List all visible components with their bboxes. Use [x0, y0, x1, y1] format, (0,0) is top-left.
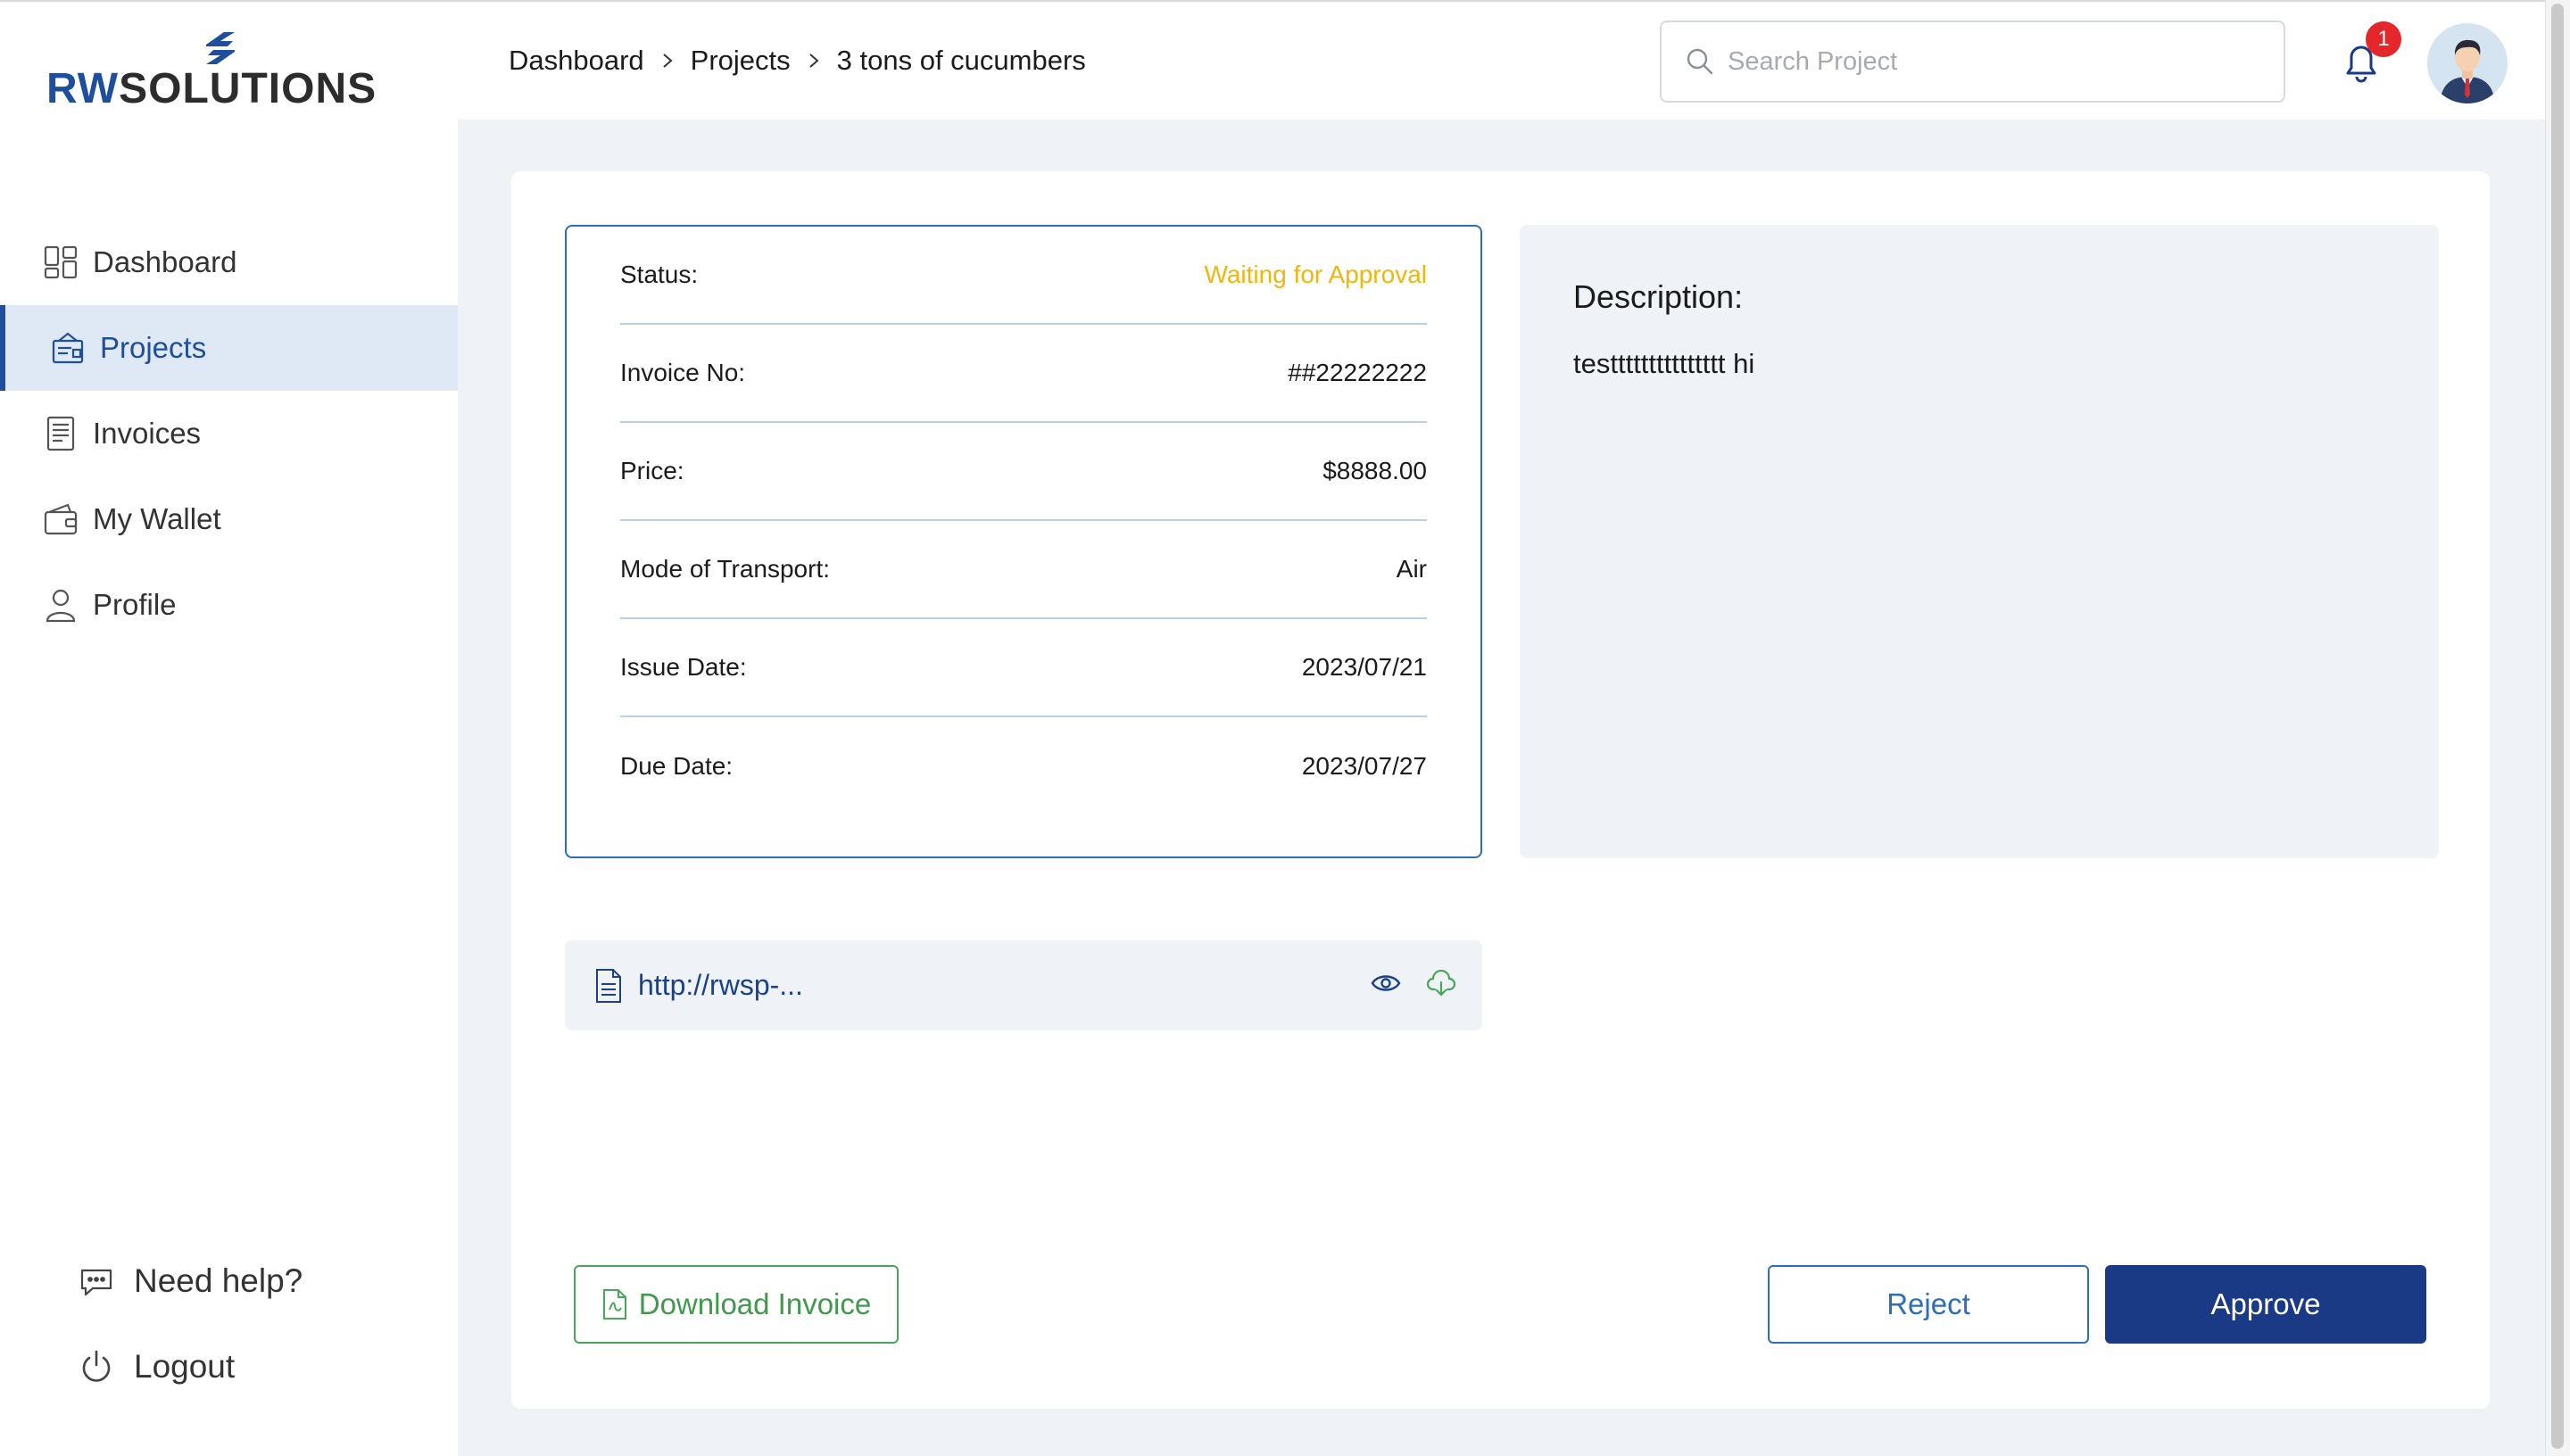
logo-mark-icon — [206, 32, 235, 64]
logo-text: RWSOLUTIONS — [46, 65, 377, 112]
download-invoice-button[interactable]: Download Invoice — [574, 1265, 899, 1344]
sidebar-item-profile[interactable]: Profile — [0, 562, 458, 648]
breadcrumb-projects[interactable]: Projects — [691, 45, 791, 77]
search-box[interactable] — [1660, 21, 2285, 103]
attachment-actions — [1370, 967, 1457, 999]
attachment-row: http://rwsp-... — [565, 940, 1482, 1030]
sidebar-item-label: My Wallet — [93, 502, 221, 535]
detail-row-due-date: Due Date: 2023/07/27 — [620, 717, 1427, 815]
detail-row-issue-date: Issue Date: 2023/07/21 — [620, 619, 1427, 717]
sidebar-item-wallet[interactable]: My Wallet — [0, 476, 458, 562]
sidebar-item-projects[interactable]: Projects — [0, 305, 458, 391]
issue-date-value: 2023/07/21 — [1301, 653, 1427, 681]
eye-icon[interactable] — [1370, 967, 1402, 999]
sidebar-item-label: Profile — [93, 588, 177, 621]
notification-badge: 1 — [2366, 21, 2401, 57]
chevron-right-icon — [807, 51, 821, 70]
due-date-value: 2023/07/27 — [1301, 752, 1427, 780]
invoices-icon — [43, 416, 79, 451]
description-panel: Description: testtttttttttttttt hi — [1520, 225, 2439, 858]
need-help-label: Need help? — [134, 1262, 303, 1299]
sidebar-item-invoices[interactable]: Invoices — [0, 391, 458, 476]
logo[interactable]: RWSOLUTIONS — [46, 29, 386, 112]
detail-label: Mode of Transport: — [620, 555, 831, 583]
top-bar: Dashboard Projects 3 tons of cucumbers 1 — [458, 0, 2545, 120]
logout-link[interactable]: Logout — [79, 1324, 303, 1410]
price-value: $8888.00 — [1322, 457, 1427, 484]
breadcrumb-current: 3 tons of cucumbers — [836, 45, 1086, 76]
sidebar-item-label: Dashboard — [93, 245, 237, 278]
detail-row-invoice-no: Invoice No: ##22222222 — [620, 325, 1427, 423]
wallet-icon — [43, 501, 79, 537]
detail-label: Price: — [620, 457, 684, 484]
vertical-scrollbar[interactable] — [2545, 0, 2570, 1456]
detail-row-transport: Mode of Transport: Air — [620, 521, 1427, 619]
sidebar-item-label: Projects — [100, 331, 207, 364]
transport-value: Air — [1396, 555, 1427, 583]
detail-label: Status: — [620, 261, 699, 288]
sidebar-item-dashboard[interactable]: Dashboard — [0, 219, 458, 305]
attachment-link[interactable]: http://rwsp-... — [638, 969, 803, 1002]
detail-label: Issue Date: — [620, 653, 747, 681]
cloud-download-icon[interactable] — [1425, 967, 1457, 999]
main-content: Status: Waiting for Approval Invoice No:… — [458, 120, 2545, 1456]
avatar[interactable] — [2427, 23, 2508, 103]
detail-row-price: Price: $8888.00 — [620, 423, 1427, 521]
sidebar: RWSOLUTIONS Dashboard Projects Invoices … — [0, 0, 458, 1456]
download-invoice-label: Download Invoice — [638, 1287, 872, 1320]
approve-button[interactable]: Approve — [2105, 1265, 2426, 1344]
sidebar-bottom: Need help? Logout — [79, 1238, 303, 1410]
pdf-file-icon — [601, 1288, 628, 1320]
breadcrumb-dashboard[interactable]: Dashboard — [509, 45, 644, 77]
chevron-right-icon — [660, 51, 675, 70]
sidebar-item-label: Invoices — [93, 417, 202, 450]
need-help-link[interactable]: Need help? — [79, 1238, 303, 1324]
detail-row-status: Status: Waiting for Approval — [620, 227, 1427, 325]
dashboard-icon — [43, 244, 79, 280]
description-title: Description: — [1573, 278, 1744, 315]
logout-label: Logout — [134, 1348, 236, 1385]
search-icon — [1685, 46, 1715, 77]
chat-icon — [79, 1263, 114, 1299]
breadcrumb: Dashboard Projects 3 tons of cucumbers — [509, 45, 1086, 77]
document-icon — [593, 968, 624, 1004]
sidebar-nav: Dashboard Projects Invoices My Wallet Pr… — [0, 219, 458, 648]
power-icon — [79, 1349, 114, 1385]
profile-icon — [43, 587, 79, 623]
search-input[interactable] — [1728, 46, 2263, 77]
detail-label: Invoice No: — [620, 359, 746, 386]
project-card: Status: Waiting for Approval Invoice No:… — [511, 171, 2490, 1409]
description-body: testtttttttttttttt hi — [1573, 348, 1755, 379]
project-details: Status: Waiting for Approval Invoice No:… — [565, 225, 1482, 858]
reject-button[interactable]: Reject — [1768, 1265, 2089, 1344]
detail-label: Due Date: — [620, 752, 734, 780]
projects-icon — [50, 330, 86, 366]
scrollbar-thumb[interactable] — [2551, 4, 2564, 1449]
status-value: Waiting for Approval — [1204, 261, 1427, 288]
invoice-no-value: ##22222222 — [1288, 359, 1427, 386]
